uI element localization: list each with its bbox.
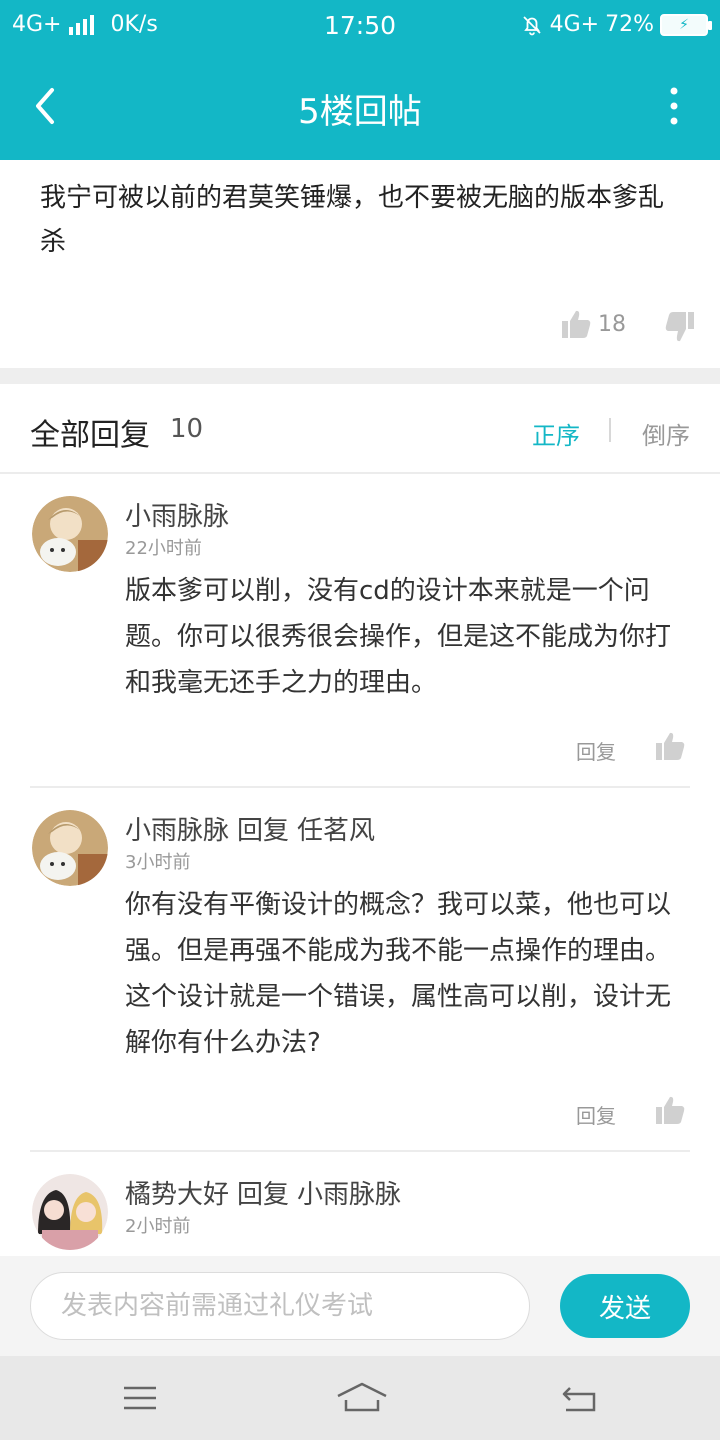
reply-time: 2小时前: [125, 1216, 191, 1237]
reply-author-line: 橘势大好 回复 小雨脉脉: [125, 1174, 401, 1211]
replies-label: 全部回复: [30, 418, 150, 453]
system-nav-bar: [0, 1356, 720, 1440]
sort-asc-button[interactable]: 正序: [532, 416, 580, 451]
thumbs-down-icon[interactable]: [664, 310, 696, 344]
reply-to-verb: 回复: [237, 1180, 290, 1210]
reply-author[interactable]: 橘势大好: [125, 1180, 229, 1210]
post-text: 我宁可被以前的君莫笑锤爆，也不要被无脑的版本爹乱杀: [40, 183, 665, 257]
more-vertical-icon[interactable]: [666, 86, 682, 126]
battery-icon: ⚡: [660, 13, 712, 36]
reply-button[interactable]: 回复: [576, 1100, 616, 1129]
network-label-right: 4G+: [549, 12, 600, 37]
reply-time: 22小时前: [125, 538, 202, 559]
comment-input[interactable]: [30, 1272, 530, 1340]
replies-count: 10: [170, 414, 204, 444]
avatar[interactable]: [32, 496, 108, 572]
reply-body: 你有没有平衡设计的概念？我可以菜，他也可以强。但是再强不能成为我不能一点操作的理…: [125, 890, 672, 1058]
reply-to-user[interactable]: 任茗风: [297, 816, 375, 846]
nav-bar: 5楼回帖: [0, 52, 720, 160]
reply-to-verb: 回复: [237, 816, 290, 846]
menu-icon[interactable]: [118, 1378, 162, 1418]
sort-desc-button[interactable]: 倒序: [642, 416, 690, 451]
battery-percent: 72%: [605, 12, 654, 37]
comment-input-bar: 发送: [0, 1256, 720, 1356]
replies-header: 全部回复 10 正序 倒序: [0, 384, 720, 474]
page-title: 5楼回帖: [298, 92, 422, 132]
reply-item: 小雨脉脉 22小时前 版本爹可以削，没有cd的设计本来就是一个问题。你可以很秀很…: [0, 474, 720, 788]
reply-item: 小雨脉脉 回复 任茗风 3小时前 你有没有平衡设计的概念？我可以菜，他也可以强。但是…: [0, 788, 720, 1152]
section-divider: [0, 368, 720, 384]
back-icon[interactable]: [558, 1378, 602, 1418]
thumbs-up-icon[interactable]: [654, 1094, 686, 1126]
bell-off-icon: [522, 15, 541, 35]
reply-body: 版本爹可以削，没有cd的设计本来就是一个问题。你可以很秀很会操作，但是这不能成为…: [125, 576, 672, 698]
reply-author-line: 小雨脉脉 回复 任茗风: [125, 810, 375, 847]
reply-button[interactable]: 回复: [576, 736, 616, 765]
reply-author-line: 小雨脉脉: [125, 496, 229, 533]
original-post: 我宁可被以前的君莫笑锤爆，也不要被无脑的版本爹乱杀 18: [0, 160, 720, 368]
sort-separator: [609, 418, 611, 442]
reply-author[interactable]: 小雨脉脉: [125, 816, 229, 846]
like-button[interactable]: 18: [560, 308, 626, 340]
send-button[interactable]: 发送: [560, 1274, 690, 1338]
home-icon[interactable]: [334, 1378, 390, 1418]
avatar[interactable]: [32, 1174, 108, 1250]
reply-item: 橘势大好 回复 小雨脉脉 2小时前: [0, 1152, 720, 1256]
reply-time: 3小时前: [125, 852, 191, 873]
thumbs-up-icon[interactable]: [654, 730, 686, 762]
reply-to-user[interactable]: 小雨脉脉: [297, 1180, 401, 1210]
reply-author[interactable]: 小雨脉脉: [125, 502, 229, 532]
status-bar: 4G+ 0K/s 17:50 4G+ 72% ⚡: [0, 0, 720, 52]
avatar[interactable]: [32, 810, 108, 886]
like-count: 18: [598, 311, 626, 337]
status-right: 4G+ 72% ⚡: [520, 12, 712, 37]
thumbs-up-icon: [562, 310, 591, 338]
